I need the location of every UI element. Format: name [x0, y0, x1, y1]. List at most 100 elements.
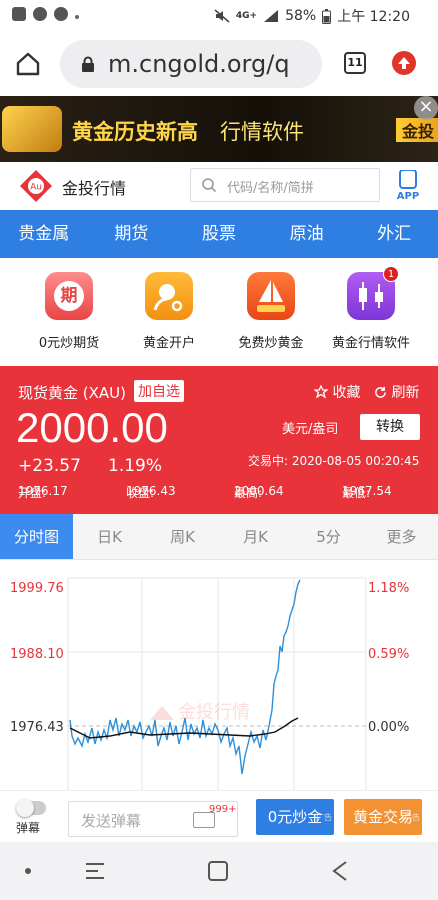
- banner-subline: 行情软件: [220, 120, 304, 144]
- banner-headline: 黄金历史新高: [72, 120, 198, 144]
- high-value: 2000.64: [234, 484, 284, 498]
- back-nav-icon[interactable]: [332, 861, 347, 881]
- add-watchlist-button[interactable]: 加自选: [134, 380, 184, 402]
- promo-row: 期 0元炒期货 黄金开户 免费炒黄金 1 黄金行情软件: [0, 258, 438, 366]
- close-value: 1976.43: [126, 484, 176, 498]
- price-line: [69, 579, 301, 775]
- promo-free-gold-label: 免费炒黄金: [238, 336, 304, 351]
- chart-watermark: 金投行情: [150, 702, 250, 723]
- trade-time-label: 交易中:: [248, 454, 289, 468]
- notification-dot-icon: [75, 15, 79, 19]
- ad-tag-2: 广告: [404, 813, 420, 822]
- home-icon[interactable]: [14, 50, 42, 78]
- trade-time: 交易中: 2020-08-05 00:20:45: [248, 452, 419, 469]
- promo-futures-label: 0元炒期货: [38, 336, 100, 351]
- futures-icon: 期: [45, 272, 93, 320]
- nav-item-precious-metals[interactable]: 贵金属: [0, 210, 88, 258]
- tab-daily-k[interactable]: 日K: [73, 514, 146, 559]
- promo-futures[interactable]: 期 0元炒期货: [14, 272, 124, 351]
- promo-free-gold[interactable]: 免费炒黄金: [216, 272, 326, 351]
- site-title: 金投行情: [62, 179, 127, 198]
- gold-coin-graphic: [2, 106, 62, 152]
- network-type: 4G+: [235, 11, 258, 21]
- ad-tag: 广告: [316, 813, 332, 822]
- battery-icon: [322, 8, 332, 24]
- price-change-percent: 1.19%: [108, 456, 163, 476]
- quote-panel: 现货黄金 (XAU) 加自选 收藏 刷新 2000.00 美元/盎司 转换 +2…: [0, 366, 438, 514]
- danmu-placeholder: 发送弹幕: [81, 812, 142, 830]
- tab-5min[interactable]: 5分: [292, 514, 365, 559]
- gallery-icon: [12, 7, 26, 21]
- search-icon: [202, 178, 217, 193]
- promo-quote-app-label: 黄金行情软件: [331, 336, 410, 351]
- battery-percent: 58%: [285, 8, 317, 24]
- action-bar: 弹幕 发送弹幕 999+ 0元炒金 广告 黄金交易 广告: [0, 790, 438, 842]
- search-input[interactable]: 代码/名称/简拼: [190, 168, 380, 202]
- mute-icon: [214, 9, 230, 23]
- dot-indicator-icon: [25, 868, 31, 874]
- promo-quote-app[interactable]: 1 黄金行情软件: [316, 266, 426, 351]
- signal-icon: [264, 10, 279, 22]
- account-icon: [54, 7, 68, 21]
- tab-monthly-k[interactable]: 月K: [219, 514, 292, 559]
- unit-switch-button[interactable]: 转换: [360, 414, 420, 440]
- refresh-button[interactable]: 刷新: [374, 382, 419, 402]
- browser-toolbar: m.cngold.org/q 11: [0, 32, 438, 96]
- nav-item-futures[interactable]: 期货: [88, 210, 176, 258]
- tab-switcher-button[interactable]: 11: [344, 52, 366, 74]
- zero-cost-gold-button[interactable]: 0元炒金 广告: [256, 799, 334, 835]
- message-count: 999+: [209, 804, 237, 815]
- low-value: 1967.54: [342, 484, 392, 498]
- upgrade-icon[interactable]: [392, 51, 416, 75]
- tab-intraday[interactable]: 分时图: [0, 514, 73, 559]
- site-header: Au 金投行情 代码/名称/简拼 APP: [0, 162, 438, 210]
- intraday-chart[interactable]: 金投行情 1999.76 1988.10 1976.43 1.18% 0.59%…: [0, 560, 438, 790]
- danmu-input[interactable]: 发送弹幕 999+: [68, 801, 238, 837]
- nav-item-crude-oil[interactable]: 原油: [263, 210, 351, 258]
- chart-grid: [67, 577, 367, 790]
- toggle-knob: [16, 799, 34, 817]
- promo-account[interactable]: 黄金开户: [114, 272, 224, 351]
- promo-account-label: 黄金开户: [142, 336, 195, 351]
- nav-item-forex[interactable]: 外汇: [350, 210, 438, 258]
- candlestick-app-icon: 1: [347, 266, 399, 320]
- nav-item-stocks[interactable]: 股票: [175, 210, 263, 258]
- sailboat-icon: [247, 272, 295, 320]
- price-unit: 美元/盎司: [282, 422, 339, 437]
- timeframe-tabs: 分时图 日K 周K 月K 5分 更多: [0, 514, 438, 560]
- logo-text: Au: [30, 183, 42, 193]
- recent-apps-icon[interactable]: [86, 863, 104, 879]
- url-text: m.cngold.org/q: [108, 50, 290, 78]
- notification-badge: 1: [383, 266, 399, 282]
- watermark-text: 金投行情: [178, 702, 250, 723]
- tab-more[interactable]: 更多: [365, 514, 438, 559]
- home-nav-icon[interactable]: [208, 861, 228, 881]
- price-change: +23.57: [18, 456, 81, 476]
- favorite-label: 收藏: [332, 385, 361, 401]
- page: 4G+ 58% 上午 12:20 m.cngold.org/q 11 黄金历史新…: [0, 0, 438, 900]
- gold-trade-button[interactable]: 黄金交易 广告: [344, 799, 422, 835]
- danmu-toggle-label: 弹幕: [16, 821, 41, 835]
- address-bar[interactable]: m.cngold.org/q: [60, 40, 322, 88]
- app-download-icon[interactable]: APP: [394, 170, 422, 202]
- banner-close-icon[interactable]: ×: [414, 96, 438, 120]
- account-open-icon: [145, 272, 193, 320]
- y-label-top: 1999.76: [10, 581, 64, 596]
- favorite-button[interactable]: 收藏: [313, 382, 361, 402]
- lock-icon: [82, 56, 94, 72]
- futures-glyph: 期: [54, 281, 84, 311]
- danmu-toggle[interactable]: [16, 799, 46, 817]
- current-price: 2000.00: [16, 404, 168, 451]
- refresh-icon: [375, 386, 386, 398]
- banner-ad[interactable]: 黄金历史新高 行情软件 金投 ×: [0, 96, 438, 162]
- open-value: 1976.17: [18, 484, 68, 498]
- site-logo[interactable]: Au: [18, 168, 54, 204]
- pct-label-top: 1.18%: [368, 581, 409, 596]
- trade-time-value: 2020-08-05 00:20:45: [291, 454, 420, 468]
- y-label-mid: 1988.10: [10, 647, 64, 662]
- tab-weekly-k[interactable]: 周K: [146, 514, 219, 559]
- search-placeholder: 代码/名称/简拼: [227, 181, 314, 196]
- banner-tag: 金投: [396, 118, 438, 142]
- star-icon: [313, 384, 329, 399]
- pct-label-base: 0.00%: [368, 720, 409, 735]
